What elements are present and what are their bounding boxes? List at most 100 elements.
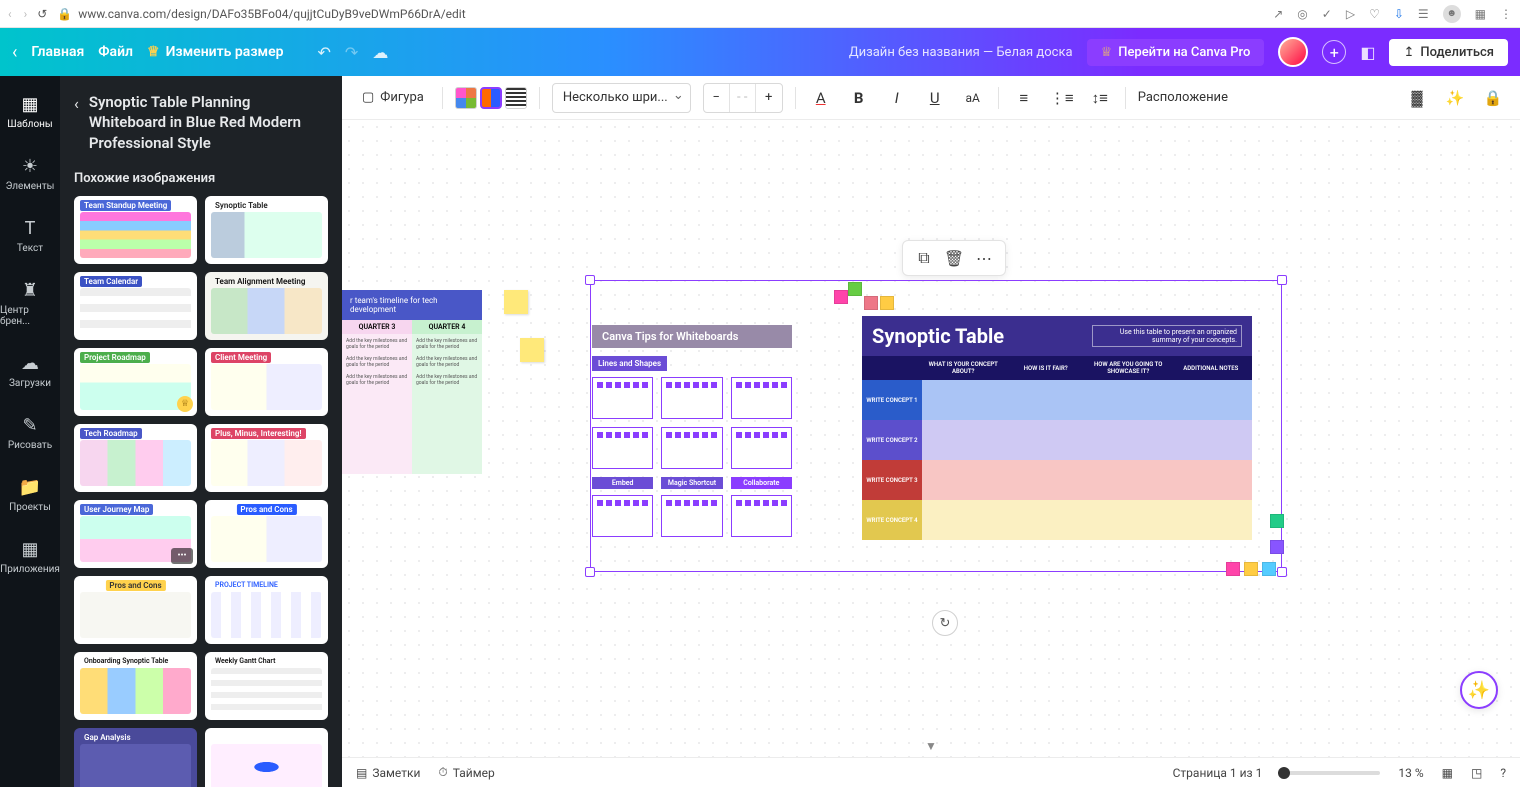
- nav-back-icon[interactable]: ‹: [8, 7, 12, 21]
- mini-handle[interactable]: [1226, 562, 1240, 576]
- page-toggle-icon[interactable]: ▼: [925, 739, 937, 753]
- case-button[interactable]: aA: [960, 85, 986, 111]
- home-back-icon[interactable]: ‹: [12, 42, 17, 63]
- rail-elements[interactable]: ☀Элементы: [0, 152, 60, 196]
- sticky-note[interactable]: [504, 290, 528, 314]
- arrange-button[interactable]: Расположение: [1138, 90, 1228, 105]
- help-icon[interactable]: ?: [1500, 766, 1506, 780]
- profile-icon[interactable]: ☻: [1443, 5, 1461, 23]
- template-card[interactable]: Client Meeting: [205, 348, 328, 416]
- timer-button[interactable]: ⏱Таймер: [438, 765, 494, 780]
- template-card[interactable]: Team Alignment Meeting: [205, 272, 328, 340]
- template-card[interactable]: Project Roadmap♕: [74, 348, 197, 416]
- heart-icon[interactable]: ♡: [1369, 7, 1380, 21]
- template-card[interactable]: Pros and Cons: [205, 500, 328, 568]
- resize-handle[interactable]: [1277, 567, 1287, 577]
- add-member-button[interactable]: +: [1322, 40, 1346, 64]
- template-card[interactable]: Plus, Minus, Interesting!: [205, 424, 328, 492]
- cube-icon[interactable]: ▦: [1475, 7, 1486, 21]
- export-icon[interactable]: ↗: [1273, 7, 1283, 21]
- undo-icon[interactable]: ↶: [318, 43, 331, 62]
- template-card[interactable]: Synoptic Table: [205, 196, 328, 264]
- play-icon[interactable]: ▷: [1346, 7, 1355, 21]
- mini-handle[interactable]: [1244, 562, 1258, 576]
- panel-back-icon[interactable]: ‹: [74, 94, 79, 113]
- lock-button[interactable]: 🔒: [1480, 85, 1506, 111]
- mini-handle[interactable]: [1270, 514, 1284, 528]
- bold-button[interactable]: B: [846, 85, 872, 111]
- border-color-button[interactable]: [480, 87, 502, 109]
- zoom-knob[interactable]: [1278, 767, 1290, 779]
- share-button[interactable]: ↥ Поделиться: [1389, 39, 1508, 66]
- size-minus[interactable]: −: [704, 84, 730, 112]
- template-card[interactable]: Mind Map: [205, 728, 328, 787]
- size-value[interactable]: - -: [730, 84, 756, 112]
- check-icon[interactable]: ✓: [1322, 7, 1332, 21]
- template-card[interactable]: Team Calendar: [74, 272, 197, 340]
- size-plus[interactable]: +: [756, 84, 782, 112]
- template-card[interactable]: Pros and Cons: [74, 576, 197, 644]
- transparency-button[interactable]: ▓: [1404, 85, 1430, 111]
- resize-handle[interactable]: [585, 275, 595, 285]
- resize-handle[interactable]: [1277, 275, 1287, 285]
- mini-handle[interactable]: [848, 282, 862, 296]
- page-indicator[interactable]: Страница 1 из 1: [1173, 766, 1263, 780]
- mini-handle[interactable]: [864, 296, 878, 310]
- url-text[interactable]: www.canva.com/design/DAFo35BFo04/qujjtCu…: [78, 7, 465, 21]
- template-card[interactable]: Team Standup Meeting: [74, 196, 197, 264]
- wand-button[interactable]: ✨: [1442, 85, 1468, 111]
- template-card[interactable]: User Journey Map•••: [74, 500, 197, 568]
- synoptic-table-element[interactable]: Synoptic Table Use this table to present…: [862, 316, 1252, 540]
- mini-handle[interactable]: [834, 290, 848, 304]
- nav-fwd-icon[interactable]: ›: [24, 7, 28, 21]
- rail-projects[interactable]: 📁Проекты: [0, 473, 60, 517]
- file-menu[interactable]: Файл: [98, 44, 133, 60]
- rail-text[interactable]: TТекст: [0, 214, 60, 258]
- roadmap-element[interactable]: r team's timeline for tech development Q…: [342, 290, 482, 474]
- resize-handle[interactable]: [585, 567, 595, 577]
- template-card[interactable]: Tech Roadmap: [74, 424, 197, 492]
- fullscreen-icon[interactable]: ◳: [1471, 766, 1482, 780]
- download-icon[interactable]: ⇩: [1394, 7, 1404, 21]
- sticky-note[interactable]: [520, 338, 544, 362]
- duplicate-button[interactable]: ⧉: [913, 247, 935, 269]
- analytics-icon[interactable]: ◧: [1360, 43, 1375, 62]
- reload-element-button[interactable]: ↻: [932, 610, 958, 636]
- rail-templates[interactable]: ▦Шаблоны: [0, 90, 60, 134]
- template-card[interactable]: Onboarding Synoptic Table: [74, 652, 197, 720]
- template-card[interactable]: Weekly Gantt Chart: [205, 652, 328, 720]
- mini-handle[interactable]: [880, 296, 894, 310]
- italic-button[interactable]: I: [884, 85, 910, 111]
- zoom-value[interactable]: 13 %: [1398, 766, 1423, 780]
- mini-handle[interactable]: [1270, 540, 1284, 554]
- list-icon[interactable]: ☰: [1418, 7, 1429, 21]
- ai-assist-fab[interactable]: ✨: [1460, 671, 1498, 709]
- redo-icon[interactable]: ↷: [345, 43, 358, 62]
- more-button[interactable]: ⋯: [973, 247, 995, 269]
- rail-uploads[interactable]: ☁Загрузки: [0, 349, 60, 393]
- document-title[interactable]: Дизайн без названия — Белая доска: [849, 45, 1073, 60]
- underline-button[interactable]: U: [922, 85, 948, 111]
- border-style-button[interactable]: [505, 87, 527, 109]
- shape-tool[interactable]: ▢Фигура: [356, 86, 430, 109]
- cloud-sync-icon[interactable]: ☁: [372, 43, 388, 62]
- menu-dots-icon[interactable]: ⋮: [1500, 7, 1512, 21]
- camera-icon[interactable]: ◎: [1297, 7, 1307, 21]
- font-family-select[interactable]: Несколько шри...: [552, 83, 691, 113]
- home-link[interactable]: Главная: [31, 44, 84, 60]
- rail-apps[interactable]: ▦Приложения: [0, 535, 60, 579]
- fill-color-button[interactable]: [455, 87, 477, 109]
- rail-brand[interactable]: ♜Центр брен...: [0, 276, 60, 331]
- zoom-slider[interactable]: [1280, 771, 1380, 775]
- align-button[interactable]: ≡: [1011, 85, 1037, 111]
- notes-button[interactable]: ▤Заметки: [356, 766, 420, 780]
- reload-icon[interactable]: ↺: [37, 7, 47, 21]
- canvas[interactable]: ‹ r team's timeline for tech development…: [342, 120, 1520, 757]
- upgrade-pro-button[interactable]: ♕ Перейти на Canva Pro: [1087, 39, 1265, 66]
- text-color-button[interactable]: A: [808, 85, 834, 111]
- list-button[interactable]: ⋮≡: [1049, 85, 1075, 111]
- more-icon[interactable]: •••: [171, 548, 193, 564]
- font-size-stepper[interactable]: − - - +: [703, 83, 783, 113]
- template-card[interactable]: Gap Analysis: [74, 728, 197, 787]
- mini-handle[interactable]: [1262, 562, 1276, 576]
